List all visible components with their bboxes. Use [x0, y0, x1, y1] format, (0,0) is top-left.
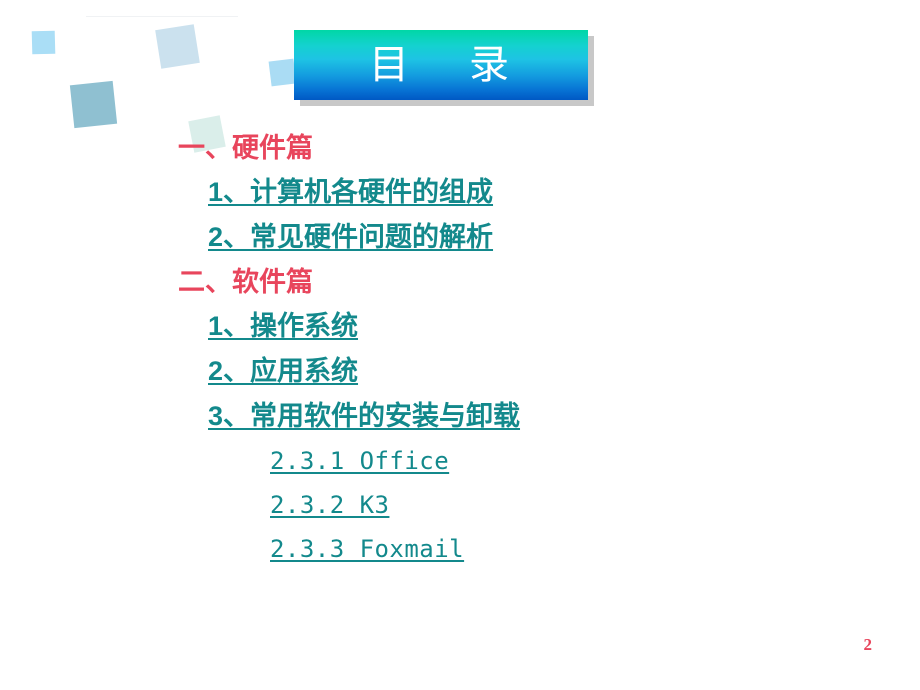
title-banner: 目 录: [294, 30, 594, 106]
toc-item-1-1[interactable]: 1、计算机各硬件的组成: [0, 170, 920, 215]
page-number: 2: [863, 635, 873, 654]
decor-square-large-teal: [69, 80, 118, 129]
toc-item-label[interactable]: 2.3.3 Foxmail: [270, 537, 464, 561]
slide-canvas: 目 录 一、硬件篇 1、计算机各硬件的组成 2、常见硬件问题的解析 二、软件篇 …: [0, 0, 920, 690]
decor-hairline: [86, 16, 238, 17]
toc-item-label[interactable]: 1、操作系统: [208, 313, 358, 340]
title-banner-fill: 目 录: [294, 30, 588, 100]
toc-item-2-3-1[interactable]: 2.3.1 Office: [0, 439, 920, 483]
toc-item-label: 一、硬件篇: [178, 132, 313, 163]
decor-square-small-blue: [31, 30, 56, 55]
toc-item-2-2[interactable]: 2、应用系统: [0, 349, 920, 394]
toc-item-section-1: 一、硬件篇: [0, 126, 920, 170]
toc-item-label[interactable]: 3、常用软件的安装与卸载: [208, 403, 520, 430]
toc-item-1-2[interactable]: 2、常见硬件问题的解析: [0, 215, 920, 260]
table-of-contents: 一、硬件篇 1、计算机各硬件的组成 2、常见硬件问题的解析 二、软件篇 1、操作…: [0, 126, 920, 571]
toc-item-2-3-3[interactable]: 2.3.3 Foxmail: [0, 527, 920, 571]
decor-square-behind-banner: [268, 58, 297, 87]
toc-item-2-3-2[interactable]: 2.3.2 K3: [0, 483, 920, 527]
toc-item-2-1[interactable]: 1、操作系统: [0, 304, 920, 349]
toc-item-label[interactable]: 2、常见硬件问题的解析: [208, 224, 493, 251]
toc-item-section-2: 二、软件篇: [0, 260, 920, 304]
page-title: 目 录: [369, 42, 513, 87]
toc-item-label[interactable]: 2、应用系统: [208, 358, 358, 385]
toc-item-label[interactable]: 1、计算机各硬件的组成: [208, 179, 493, 206]
toc-item-label: 二、软件篇: [178, 266, 313, 297]
toc-item-label[interactable]: 2.3.1 Office: [270, 449, 449, 473]
decor-square-powder-blue: [155, 24, 200, 69]
toc-item-2-3[interactable]: 3、常用软件的安装与卸载: [0, 394, 920, 439]
toc-item-label[interactable]: 2.3.2 K3: [270, 493, 389, 517]
